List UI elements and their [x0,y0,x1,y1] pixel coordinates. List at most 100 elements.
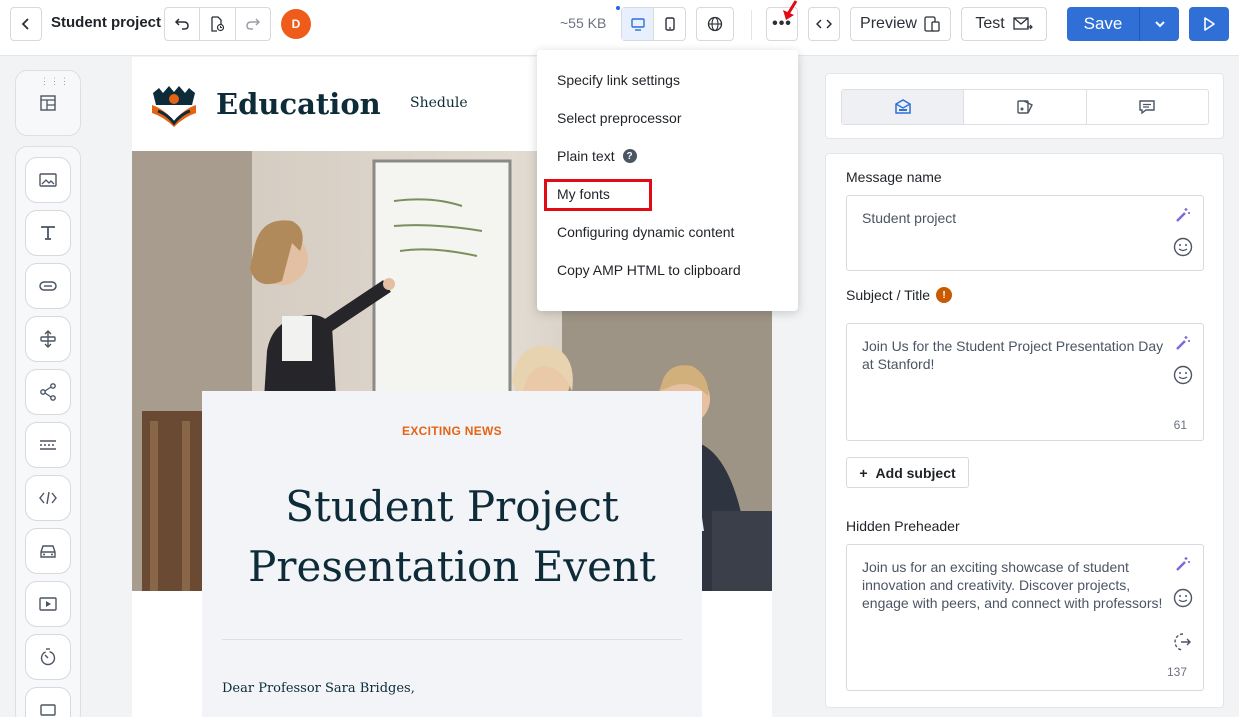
warning-icon[interactable]: ! [936,287,953,303]
add-subject-button[interactable]: + Add subject [846,457,969,488]
code-icon [816,19,832,29]
preheader-field[interactable]: Join us for an exciting showcase of stud… [846,544,1204,691]
ai-magic-wand-icon[interactable] [1173,554,1193,574]
message-name-field[interactable]: Student project [846,195,1204,271]
subject-label: Subject / Title ! [846,287,953,303]
video-block-tool[interactable] [25,581,71,627]
menu-item-label: Copy AMP HTML to clipboard [557,262,741,278]
desktop-view-button[interactable] [622,8,654,40]
preview-devices-icon [924,16,940,32]
html-block-tool[interactable] [25,475,71,521]
undo-icon [175,18,189,30]
menu-block-tool[interactable] [25,528,71,574]
ai-magic-wand-icon[interactable] [1173,205,1193,225]
education-logo-icon [152,86,196,127]
image-block-tool[interactable] [25,157,71,203]
code-editor-button[interactable] [808,7,840,41]
redo-button[interactable] [236,8,270,40]
mobile-view-button[interactable] [654,8,685,40]
save-options-button[interactable] [1140,7,1179,41]
more-block-tool[interactable] [25,687,71,717]
menu-item-preprocessor[interactable]: Select preprocessor [557,110,682,126]
subject-value: Join Us for the Student Project Presenta… [862,338,1164,372]
settings-tabs-panel [825,73,1224,139]
settings-tabs [841,89,1209,125]
timer-icon [40,648,56,666]
social-block-tool[interactable] [25,369,71,415]
preview-button[interactable]: Preview [850,7,951,41]
subject-field[interactable]: Join Us for the Student Project Presenta… [846,323,1204,441]
message-name-label: Message name [846,169,942,185]
menu-item-link-settings[interactable]: Specify link settings [557,72,680,88]
menu-item-label: Specify link settings [557,72,680,88]
message-settings-form: Message name Student project Subject / T… [825,153,1224,708]
device-toggle [621,7,686,41]
mail-send-icon [1013,17,1033,30]
add-subject-label: Add subject [875,464,956,481]
style-icon [1017,100,1033,114]
menu-item-copy-amp-html[interactable]: Copy AMP HTML to clipboard [557,262,741,278]
tab-comments[interactable] [1087,90,1208,124]
preheader-value: Join us for an exciting showcase of stud… [862,559,1163,611]
headline-line-2: Presentation Event [248,542,656,591]
timer-block-tool[interactable] [25,634,71,680]
divider-icon [40,440,56,450]
block-icon [40,704,56,716]
undo-button[interactable] [165,8,201,40]
toolbar-divider [751,10,752,40]
tab-message-settings[interactable] [842,90,965,124]
test-send-button[interactable]: Test [961,7,1047,41]
history-controls [164,7,271,41]
help-icon[interactable]: ? [622,149,637,163]
preheader-label: Hidden Preheader [846,518,960,534]
spacer-block-tool[interactable] [25,316,71,362]
car-icon [40,545,56,558]
test-label: Test [975,15,1005,32]
html-code-icon [39,491,57,505]
preheader-char-count: 137 [1166,665,1187,679]
drag-handle-icon[interactable]: ⋮⋮⋮ [40,76,70,87]
mobile-icon [664,17,675,31]
subject-label-text: Subject / Title [846,287,931,303]
share-icon [40,383,56,401]
ai-magic-wand-icon[interactable] [1173,333,1193,353]
emoji-icon[interactable] [1173,237,1193,257]
emoji-icon[interactable] [1173,588,1193,608]
greeting-text: Dear Professor Sara Bridges, [222,681,415,696]
button-block-tool[interactable] [25,263,71,309]
text-block-tool[interactable] [25,210,71,256]
tab-appearance[interactable] [964,90,1087,124]
language-button[interactable] [696,7,734,41]
content-divider [222,639,682,640]
redo-icon [246,18,260,30]
emoji-icon[interactable] [1173,365,1193,385]
email-size-label: ~55 KB [560,15,607,31]
layout-icon [40,95,56,111]
subject-char-count: 61 [1173,418,1187,432]
version-history-button[interactable] [200,8,236,40]
message-name-value: Student project [862,210,957,226]
headline-line-1: Student Project [285,482,619,531]
back-button[interactable] [10,7,42,41]
file-history-icon [211,16,225,32]
chevron-down-icon [1154,21,1165,28]
menu-item-plain-text[interactable]: Plain text ? [557,148,637,164]
annotation-arrow-icon [783,0,798,20]
save-button[interactable]: Save [1067,7,1140,41]
kicker-text: EXCITING NEWS [402,424,502,438]
insert-variable-icon[interactable] [1173,632,1193,652]
comment-icon [1139,100,1156,115]
plus-icon: + [859,464,868,481]
text-icon [41,226,55,240]
user-avatar[interactable]: D [281,9,311,39]
email-content-card[interactable]: EXCITING NEWS Student Project Presentati… [202,391,702,717]
notification-dot [616,6,620,10]
menu-item-dynamic-content[interactable]: Configuring dynamic content [557,224,734,240]
send-button[interactable] [1189,7,1229,41]
menu-item-label: Plain text [557,148,615,164]
brand-name: Education [216,87,381,121]
divider-block-tool[interactable] [25,422,71,468]
schedule-nav-link[interactable]: Shedule [410,95,468,111]
chevron-left-icon [21,18,29,30]
top-toolbar: Student project D ~55 KB ••• Preview Tes… [0,0,1239,56]
